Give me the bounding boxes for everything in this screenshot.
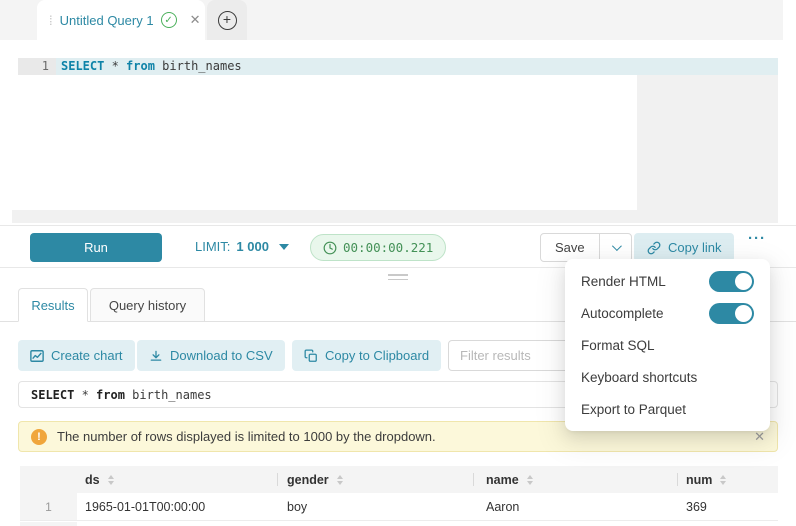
download-csv-button[interactable]: Download to CSV xyxy=(137,340,285,371)
chart-icon xyxy=(30,349,44,363)
query-tab-bar: ⁞ Untitled Query 1 ✓ ✕ + xyxy=(0,0,783,40)
copy-clipboard-button[interactable]: Copy to Clipboard xyxy=(292,340,441,371)
copy-link-label: Copy link xyxy=(668,240,721,255)
sql-editor[interactable]: 1 SELECT * from birth_names xyxy=(0,50,796,225)
sort-icon[interactable] xyxy=(527,475,533,485)
save-options-button[interactable] xyxy=(599,234,631,261)
column-divider xyxy=(277,473,278,486)
menu-item-format-sql[interactable]: Format SQL xyxy=(565,329,770,361)
cell-gender: boy xyxy=(287,493,307,521)
sort-icon[interactable] xyxy=(337,475,343,485)
sql-operator: * xyxy=(104,59,126,73)
render-html-toggle[interactable] xyxy=(709,271,754,292)
query-tab[interactable]: ⁞ Untitled Query 1 ✓ ✕ xyxy=(37,0,205,40)
save-button[interactable]: Save xyxy=(541,234,599,261)
warning-icon: ! xyxy=(31,429,47,445)
cell-num: 369 xyxy=(686,493,707,521)
cell-name: Aaron xyxy=(486,493,519,521)
sql-keyword: from xyxy=(126,59,155,73)
menu-item-label: Keyboard shortcuts xyxy=(581,370,697,385)
editor-code-line[interactable]: SELECT * from birth_names xyxy=(61,58,242,75)
sql-keyword: SELECT xyxy=(61,59,104,73)
panel-resize-handle[interactable] xyxy=(388,274,408,283)
editor-horizontal-scrollbar[interactable] xyxy=(12,210,778,223)
download-csv-label: Download to CSV xyxy=(170,348,273,363)
column-label: gender xyxy=(287,473,329,487)
new-query-tab-button[interactable]: + xyxy=(207,0,247,40)
create-chart-button[interactable]: Create chart xyxy=(18,340,135,371)
copy-clipboard-label: Copy to Clipboard xyxy=(325,348,429,363)
editor-print-margin-area xyxy=(637,75,778,223)
run-button[interactable]: Run xyxy=(30,233,162,262)
link-icon xyxy=(647,241,661,255)
menu-item-export-parquet[interactable]: Export to Parquet xyxy=(565,393,770,425)
menu-item-render-html[interactable]: Render HTML xyxy=(565,265,770,297)
toggle-knob xyxy=(735,305,752,322)
column-divider xyxy=(473,473,474,486)
row-index xyxy=(20,522,77,526)
query-saved-check-icon: ✓ xyxy=(161,12,177,28)
table-row-clipped xyxy=(20,522,778,526)
sort-icon[interactable] xyxy=(108,475,114,485)
table-row[interactable]: 1 1965-01-01T00:00:00 boy Aaron 369 xyxy=(20,493,778,521)
column-label: num xyxy=(686,473,712,487)
timer-value: 00:00:00.221 xyxy=(343,240,433,255)
sql-table-name: birth_names xyxy=(125,388,212,402)
sql-lab-app: ⁞ Untitled Query 1 ✓ ✕ + 1 SELECT * from… xyxy=(0,0,796,526)
toggle-knob xyxy=(735,273,752,290)
limit-label: LIMIT: xyxy=(195,239,230,254)
column-header-ds[interactable]: ds xyxy=(85,466,114,493)
tab-results[interactable]: Results xyxy=(18,288,88,322)
column-header-name[interactable]: name xyxy=(486,466,533,493)
warning-text: The number of rows displayed is limited … xyxy=(57,429,436,444)
options-dropdown-menu: Render HTML Autocomplete Format SQL Keyb… xyxy=(565,259,770,431)
menu-item-label: Export to Parquet xyxy=(581,402,686,417)
column-label: ds xyxy=(85,473,100,487)
autocomplete-toggle[interactable] xyxy=(709,303,754,324)
column-header-num[interactable]: num xyxy=(686,466,726,493)
create-chart-label: Create chart xyxy=(51,348,123,363)
cell-ds: 1965-01-01T00:00:00 xyxy=(85,493,205,521)
menu-item-autocomplete[interactable]: Autocomplete xyxy=(565,297,770,329)
sql-operator: * xyxy=(74,388,96,402)
sql-keyword: from xyxy=(96,388,125,402)
download-icon xyxy=(149,349,163,363)
editor-line-number: 1 xyxy=(18,58,56,75)
menu-item-label: Render HTML xyxy=(581,274,666,289)
query-tab-title: Untitled Query 1 xyxy=(60,13,154,28)
limit-dropdown[interactable]: LIMIT: 1 000 xyxy=(195,226,289,267)
results-table-header: ds gender name num xyxy=(20,466,778,493)
menu-item-label: Format SQL xyxy=(581,338,655,353)
clock-icon xyxy=(323,241,337,255)
limit-value: 1 000 xyxy=(236,239,269,254)
tab-query-history[interactable]: Query history xyxy=(90,288,205,322)
caret-down-icon xyxy=(279,244,289,250)
more-options-button[interactable]: ··· xyxy=(748,230,766,247)
menu-item-label: Autocomplete xyxy=(581,306,664,321)
plus-icon: + xyxy=(218,11,237,30)
sort-icon[interactable] xyxy=(720,475,726,485)
chevron-down-icon xyxy=(612,241,622,251)
menu-item-keyboard-shortcuts[interactable]: Keyboard shortcuts xyxy=(565,361,770,393)
query-tab-close-icon[interactable]: ✕ xyxy=(190,12,201,28)
column-header-gender[interactable]: gender xyxy=(287,466,343,493)
sql-table-name: birth_names xyxy=(155,59,242,73)
column-label: name xyxy=(486,473,519,487)
row-index: 1 xyxy=(20,493,77,520)
column-divider xyxy=(677,473,678,486)
save-split-button: Save xyxy=(540,233,632,262)
copy-link-button[interactable]: Copy link xyxy=(634,233,734,262)
drag-handle-icon[interactable]: ⁞ xyxy=(49,14,53,27)
query-timer-badge: 00:00:00.221 xyxy=(310,234,446,261)
clipboard-icon xyxy=(304,349,318,363)
sql-keyword: SELECT xyxy=(31,388,74,402)
